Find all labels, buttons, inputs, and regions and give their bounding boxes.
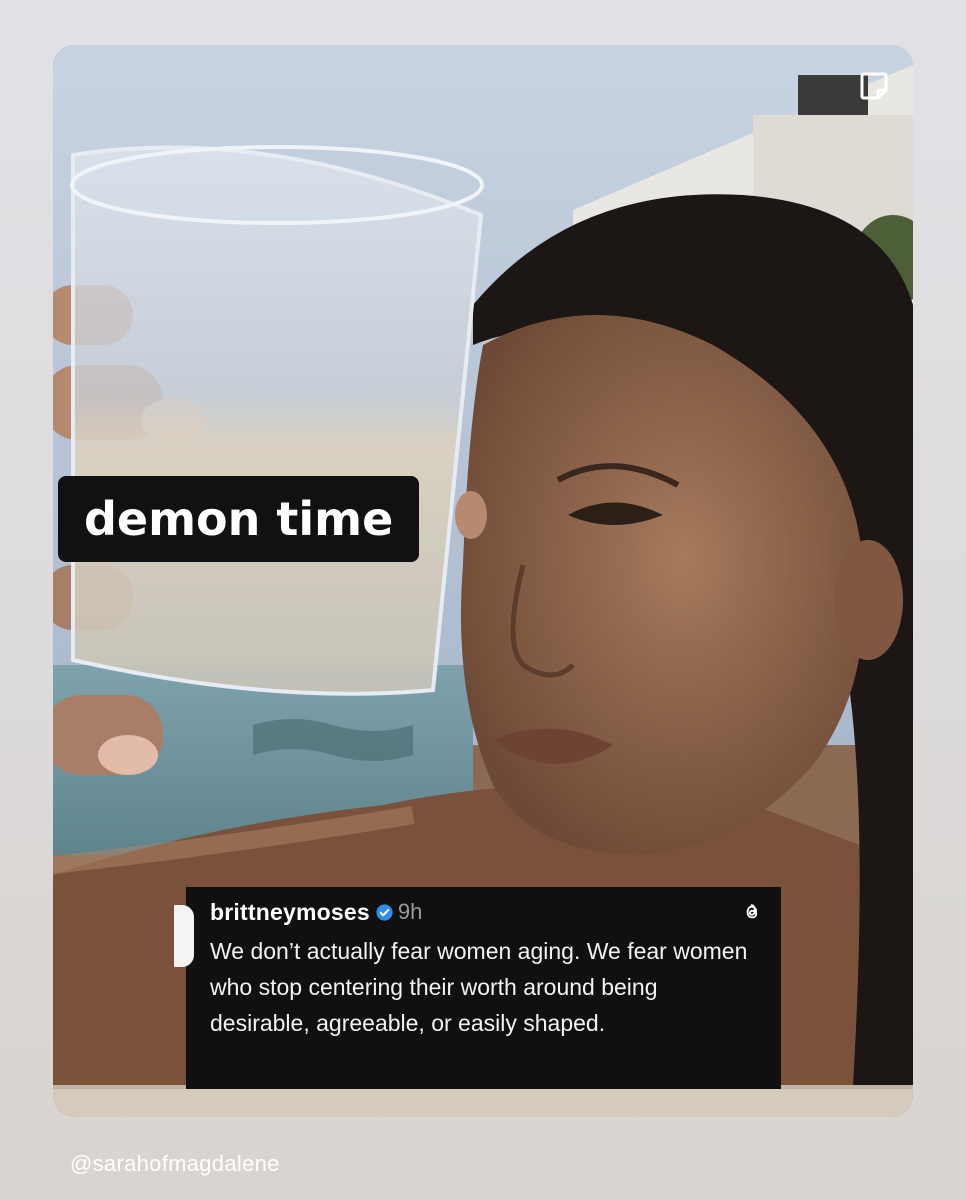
caption-sticker[interactable]: demon time	[58, 476, 420, 562]
post-body-text: We don’t actually fear women aging. We f…	[210, 938, 748, 1036]
creator-handle[interactable]: @sarahofmagdalene	[70, 1151, 280, 1177]
threads-icon	[746, 904, 758, 919]
avatar	[174, 905, 194, 967]
sticker-icon[interactable]	[859, 71, 889, 101]
threads-post-card[interactable]: brittneymoses 9h We don’t actually fear …	[174, 887, 781, 1089]
post-timestamp: 9h	[397, 899, 423, 924]
post-header: brittneymoses 9h	[210, 899, 763, 925]
verified-badge-icon	[376, 903, 393, 921]
post-username[interactable]: brittneymoses	[210, 899, 370, 926]
story-card[interactable]: demon time brittneymoses 9h We don’t act…	[53, 45, 913, 1117]
